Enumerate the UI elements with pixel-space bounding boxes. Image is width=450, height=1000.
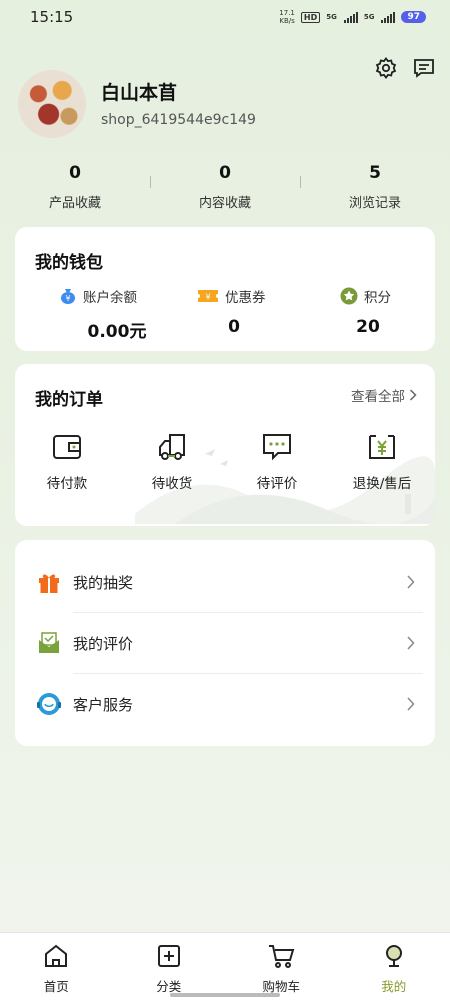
message-icon	[414, 59, 434, 78]
shop-id: shop_6419544e9c149	[101, 112, 256, 128]
nav-home[interactable]: 首页	[0, 933, 113, 1000]
settings-button[interactable]	[372, 54, 400, 82]
menu-item-customer-service[interactable]: 客户服务	[15, 674, 435, 734]
bottom-navigation: 首页 分类 购物车 我的	[0, 932, 450, 1000]
stat-product-favorites[interactable]: 0 产品收藏	[0, 160, 150, 220]
wallet-icon	[53, 435, 81, 459]
order-pending-payment[interactable]: 待付款	[22, 432, 112, 492]
balance-value: 0.00元	[87, 322, 147, 342]
stats-bar: 0 产品收藏 0 内容收藏 5 浏览记录	[0, 160, 450, 220]
wallet-coupons[interactable]: ¥ 优惠券	[197, 286, 266, 306]
divider	[300, 176, 301, 188]
refund-icon	[369, 435, 395, 459]
profile-name: 白山本苜	[101, 82, 178, 104]
chevron-right-icon	[407, 697, 415, 711]
svg-text:¥: ¥	[65, 294, 70, 303]
status-bar: 15:15 17.1 KB/s HD 5G 5G 97	[0, 0, 450, 34]
order-after-sales[interactable]: 退换/售后	[337, 432, 427, 492]
review-icon	[39, 632, 59, 653]
wallet-card: 我的钱包 ¥ 账户余额 0.00元 ¥ 优惠券 0 积分 20	[15, 227, 435, 351]
points-value: 20	[356, 317, 380, 337]
wallet-balance[interactable]: ¥ 账户余额	[59, 286, 137, 306]
menu-card: 我的抽奖 我的评价 客户服务	[15, 540, 435, 746]
nav-cart[interactable]: 购物车	[225, 933, 338, 1000]
view-all-orders-link[interactable]: 查看全部	[351, 385, 417, 405]
divider	[150, 176, 151, 188]
signal-icon	[343, 11, 358, 23]
home-icon	[45, 944, 68, 967]
truck-icon	[159, 434, 185, 460]
stat-content-favorites[interactable]: 0 内容收藏	[150, 160, 300, 220]
sim1-label: 5G	[326, 13, 337, 21]
menu-item-lottery[interactable]: 我的抽奖	[15, 552, 435, 612]
status-time: 15:15	[30, 8, 74, 26]
stat-browse-history[interactable]: 5 浏览记录	[300, 160, 450, 220]
category-icon	[157, 945, 180, 967]
chevron-right-icon	[407, 636, 415, 650]
status-indicators: 17.1 KB/s HD 5G 5G 97	[279, 9, 426, 25]
customer-service-icon	[37, 693, 61, 715]
nav-category[interactable]: 分类	[113, 933, 226, 1000]
chevron-right-icon	[407, 575, 415, 589]
star-badge-icon	[340, 287, 358, 305]
order-pending-review[interactable]: 待评价	[232, 432, 322, 492]
wallet-points[interactable]: 积分	[340, 286, 391, 306]
battery-indicator: 97	[401, 11, 426, 23]
message-button[interactable]	[410, 54, 438, 82]
gift-icon	[39, 574, 59, 593]
order-pending-receipt[interactable]: 待收货	[127, 432, 217, 492]
comment-icon	[263, 434, 291, 461]
orders-title: 我的订单	[35, 390, 103, 410]
coupon-icon: ¥	[198, 290, 218, 302]
signal-icon	[381, 11, 396, 23]
network-speed: 17.1 KB/s	[279, 9, 295, 25]
home-indicator[interactable]	[170, 993, 280, 997]
cart-icon	[269, 945, 295, 968]
menu-item-reviews[interactable]: 我的评价	[15, 613, 435, 673]
nav-profile[interactable]: 我的	[338, 933, 450, 1000]
profile-icon	[385, 945, 402, 967]
avatar[interactable]	[18, 70, 86, 138]
chevron-right-icon	[409, 389, 417, 401]
svg-text:¥: ¥	[205, 293, 210, 302]
coupon-value: 0	[228, 317, 240, 337]
sim2-label: 5G	[363, 13, 375, 21]
wallet-title: 我的钱包	[35, 253, 103, 273]
money-bag-icon: ¥	[61, 289, 75, 304]
hd-icon: HD	[300, 11, 321, 23]
gear-icon	[375, 57, 397, 79]
orders-card: 我的订单 查看全部 待付款 待收货 待评价 退换/售后	[15, 364, 435, 526]
